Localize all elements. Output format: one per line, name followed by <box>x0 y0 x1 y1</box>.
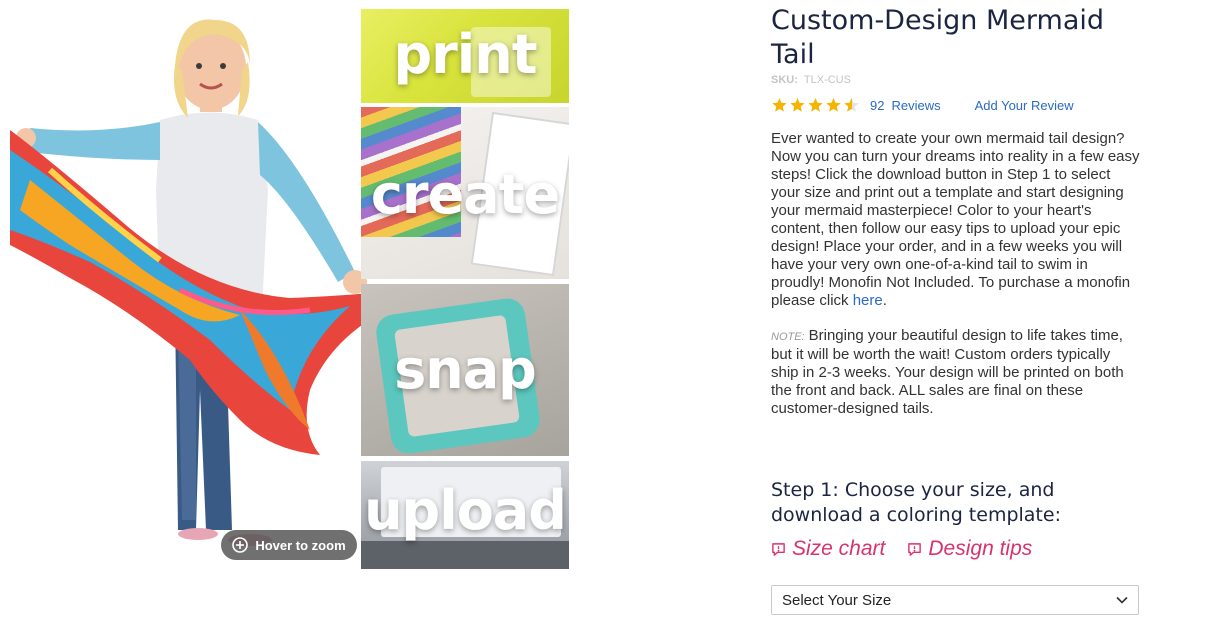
laptop-base-graphic <box>361 541 569 569</box>
sku-label: SKU: <box>771 74 798 86</box>
hover-to-zoom-hint: Hover to zoom <box>221 530 357 560</box>
step1-heading: Step 1: Choose your size, and download a… <box>771 479 1061 526</box>
description-text: Ever wanted to create your own mermaid t… <box>771 130 1140 309</box>
description-end: . <box>882 292 887 309</box>
star-rating <box>771 97 860 113</box>
reviews-label: Reviews <box>891 97 941 113</box>
product-description: Ever wanted to create your own mermaid t… <box>771 130 1141 310</box>
star-half-icon <box>844 98 859 112</box>
create-word: create <box>370 163 560 226</box>
product-note: NOTE: Bringing your beautiful design to l… <box>771 327 1141 418</box>
note-text: Bringing your beautiful design to life t… <box>771 327 1124 417</box>
snap-word: snap <box>394 338 537 401</box>
star-icon <box>826 98 841 112</box>
monofin-link[interactable]: here <box>853 292 883 309</box>
star-icon <box>808 98 823 112</box>
star-icon <box>772 98 787 112</box>
rating-row: 92 Reviews Add Your Review <box>771 96 1074 114</box>
zoom-plus-icon <box>232 537 249 553</box>
star-icon <box>790 98 805 112</box>
design-tips-link[interactable]: Design tips <box>907 537 1032 561</box>
reviews-link[interactable]: 92 Reviews <box>870 98 941 113</box>
sku-line: SKU: TLX-CUS <box>771 74 851 86</box>
upload-step-tile[interactable]: upload <box>361 461 569 569</box>
size-chart-link[interactable]: Size chart <box>771 537 885 561</box>
zoom-hint-label: Hover to zoom <box>255 537 346 553</box>
product-title: Custom-Design Mermaid Tail <box>771 5 1105 70</box>
upload-word: upload <box>364 479 567 542</box>
create-step-tile[interactable]: create <box>361 107 569 279</box>
note-label: NOTE: <box>771 331 805 343</box>
step1-links: Size chart Design tips <box>771 537 1032 561</box>
add-review-link[interactable]: Add Your Review <box>975 98 1074 113</box>
chevron-down-icon <box>1116 596 1128 604</box>
review-count: 92 <box>870 97 885 113</box>
snap-step-tile[interactable]: snap <box>361 284 569 456</box>
print-word: print <box>393 23 537 86</box>
comment-icon <box>908 542 922 556</box>
main-product-image[interactable] <box>10 10 390 570</box>
print-step-tile[interactable]: print <box>361 9 569 103</box>
size-select[interactable]: Select Your Size <box>771 585 1139 615</box>
comment-icon <box>772 542 785 556</box>
size-select-value: Select Your Size <box>782 591 892 609</box>
size-chart-label: Size chart <box>792 537 886 560</box>
design-tips-label: Design tips <box>928 537 1033 560</box>
product-gallery: print create snap upload Hover to zoom <box>0 0 580 640</box>
sku-value: TLX-CUS <box>803 74 851 86</box>
